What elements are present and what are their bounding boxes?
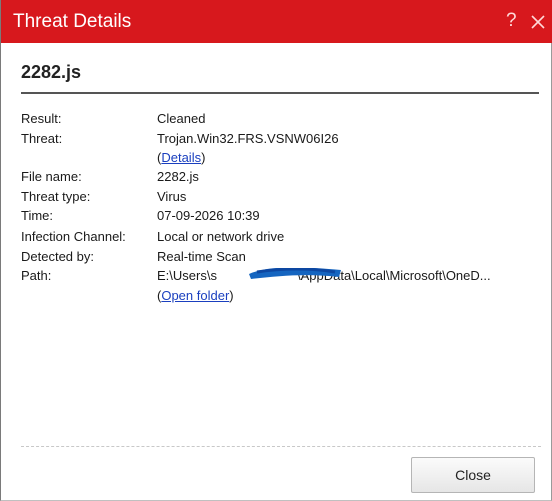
close-icon[interactable] — [529, 10, 547, 32]
file-name-heading: 2282.js — [21, 62, 82, 82]
file-name-value: 2282.js — [157, 169, 199, 184]
heading-divider — [21, 92, 539, 94]
time-value: 07-09-2026 10:39 — [157, 208, 260, 223]
path-value: E:\Users\s \AppData\Local\Microsoft\OneD.… — [157, 268, 552, 284]
open-folder-link[interactable]: Open folder — [161, 288, 229, 303]
close-button[interactable]: Close — [411, 457, 535, 493]
time-label: Time: — [21, 208, 54, 223]
help-icon[interactable]: ? — [506, 10, 517, 32]
threat-label: Threat: — [21, 131, 63, 146]
threat-type-label: Threat type: — [21, 189, 91, 204]
detected-by-label: Detected by: — [21, 249, 94, 264]
detected-by-value: Real-time Scan — [157, 249, 246, 264]
infection-channel-label: Infection Channel: — [21, 229, 126, 244]
footer-divider — [21, 446, 541, 447]
threat-value: Trojan.Win32.FRS.VSNW06I26 — [157, 131, 339, 146]
title-bar: Threat Details ? — [1, 0, 552, 43]
threat-type-value: Virus — [157, 189, 187, 204]
result-label: Result: — [21, 111, 62, 126]
details-link[interactable]: Details — [161, 150, 201, 165]
redaction-scribble — [249, 268, 341, 279]
dialog-title: Threat Details — [13, 11, 132, 32]
result-value: Cleaned — [157, 111, 206, 126]
file-name-label: File name: — [21, 169, 82, 184]
path-label: Path: — [21, 268, 52, 283]
details-link-wrapper: (Details) — [157, 150, 206, 165]
open-folder-link-wrapper: (Open folder) — [157, 288, 234, 303]
path-value-prefix: E:\Users\s — [157, 268, 217, 283]
threat-details-dialog: Threat Details ? 2282.js Result: Cleaned… — [0, 0, 552, 501]
infection-channel-value: Local or network drive — [157, 229, 285, 244]
